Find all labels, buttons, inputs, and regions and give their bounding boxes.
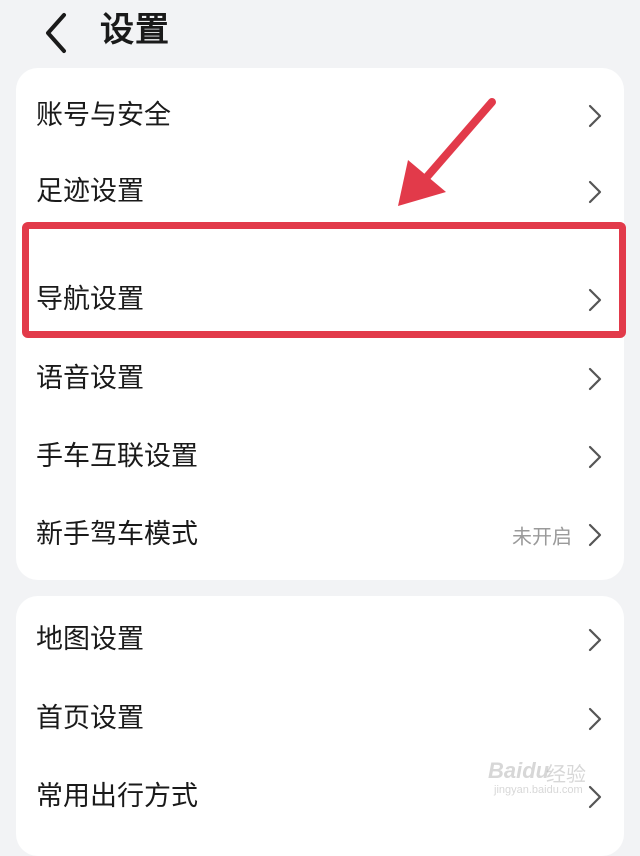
settings-item-label: 语音设置 bbox=[36, 363, 144, 394]
settings-item-phone-car-link[interactable]: 手车互联设置 bbox=[16, 421, 624, 493]
settings-item-navigation[interactable]: 导航设置 bbox=[16, 264, 624, 336]
settings-item-label: 常用出行方式 bbox=[36, 781, 198, 812]
settings-item-label: 足迹设置 bbox=[36, 176, 144, 207]
chevron-right-icon bbox=[588, 445, 602, 469]
chevron-right-icon bbox=[588, 707, 602, 731]
settings-item-homepage[interactable]: 首页设置 bbox=[16, 683, 624, 755]
chevron-left-icon bbox=[28, 6, 84, 58]
chevron-right-icon bbox=[588, 785, 602, 809]
settings-item-footprint[interactable]: 足迹设置 bbox=[16, 156, 624, 228]
page-title: 设置 bbox=[100, 10, 170, 50]
status-text: 未开启 bbox=[512, 524, 572, 549]
chevron-right-icon bbox=[588, 628, 602, 652]
settings-item-voice[interactable]: 语音设置 bbox=[16, 343, 624, 415]
chevron-right-icon bbox=[588, 104, 602, 128]
settings-group-2: 地图设置 首页设置 常用出行方式 bbox=[16, 596, 624, 856]
settings-item-map[interactable]: 地图设置 bbox=[16, 604, 624, 676]
settings-item-label: 手车互联设置 bbox=[36, 441, 198, 472]
settings-item-travel-mode[interactable]: 常用出行方式 bbox=[16, 761, 624, 833]
settings-item-account-security[interactable]: 账号与安全 bbox=[16, 80, 624, 152]
settings-item-label: 首页设置 bbox=[36, 703, 144, 734]
settings-item-label: 账号与安全 bbox=[36, 100, 171, 131]
settings-item-label: 新手驾车模式 bbox=[36, 519, 198, 550]
settings-group-1: 账号与安全 足迹设置 导航设置 语音设置 手车互联设置 新手驾车模式 未开启 bbox=[16, 68, 624, 580]
back-button[interactable] bbox=[28, 6, 84, 58]
settings-item-label: 地图设置 bbox=[36, 624, 144, 655]
chevron-right-icon bbox=[588, 288, 602, 312]
settings-item-label: 导航设置 bbox=[36, 284, 144, 315]
chevron-right-icon bbox=[588, 180, 602, 204]
settings-item-novice-driving-mode[interactable]: 新手驾车模式 未开启 bbox=[16, 499, 624, 571]
header-bar: 设置 bbox=[0, 0, 640, 62]
chevron-right-icon bbox=[588, 367, 602, 391]
chevron-right-icon bbox=[588, 523, 602, 547]
